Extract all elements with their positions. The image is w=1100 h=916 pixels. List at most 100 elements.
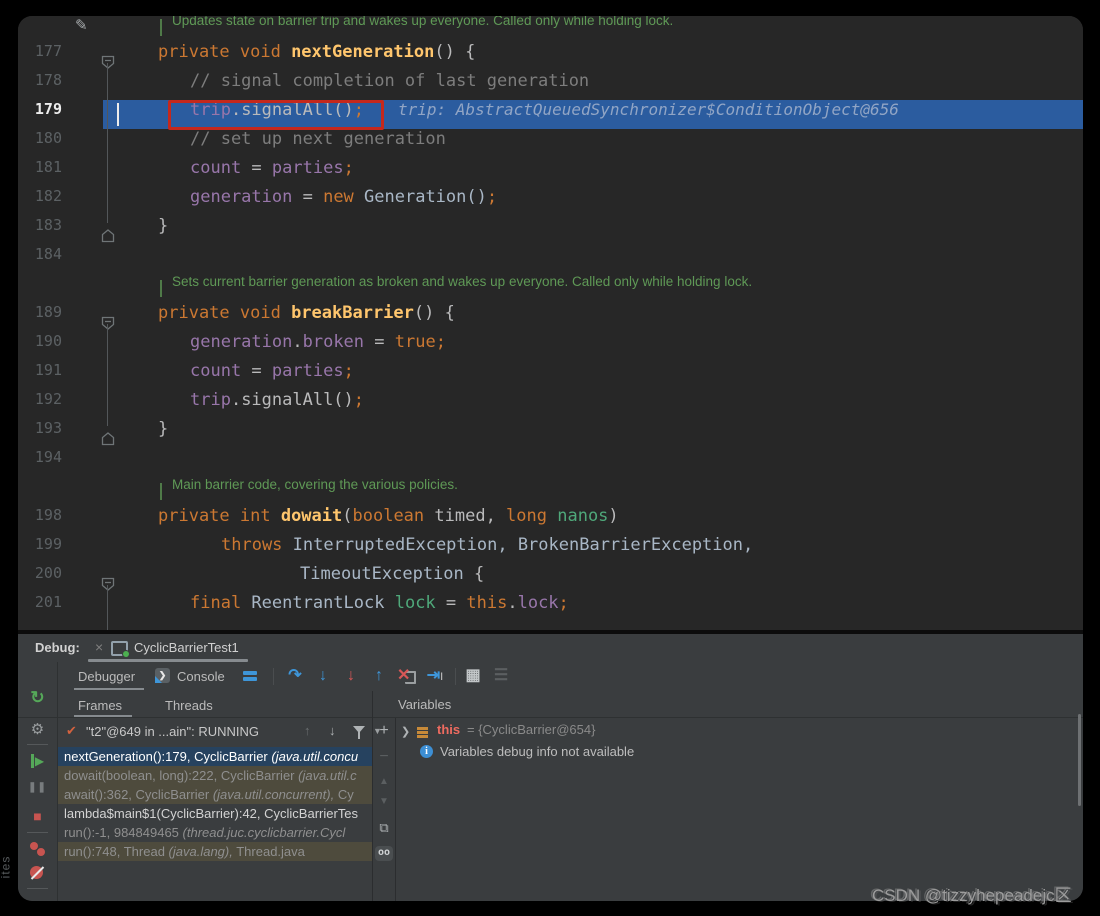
code-line[interactable]: 198 private int dowait(boolean timed, lon… bbox=[18, 506, 1083, 535]
code-line[interactable]: 200 TimeoutException { bbox=[18, 564, 1083, 593]
step-into-icon[interactable]: ↓ bbox=[313, 665, 333, 687]
debug-header: Debug: × CyclicBarrierTest1 bbox=[18, 634, 1083, 662]
arrow-down-icon[interactable]: ↓ bbox=[329, 723, 336, 738]
line-number: 183 bbox=[34, 216, 62, 234]
chevron-right-icon[interactable]: ❯ bbox=[401, 725, 410, 738]
tab-threads[interactable]: Threads bbox=[165, 698, 213, 713]
code-line[interactable]: 177 private void nextGeneration() { bbox=[18, 42, 1083, 71]
collapsed-doc-comment[interactable]: Main barrier code, covering the various … bbox=[18, 477, 1083, 506]
code-line[interactable]: 184 bbox=[18, 245, 1083, 274]
resume-program-icon[interactable]: ▶ bbox=[18, 754, 57, 768]
close-icon[interactable]: × bbox=[95, 639, 103, 655]
code-line[interactable]: 181 count = parties; bbox=[18, 158, 1083, 187]
wrench-settings-icon[interactable]: ⚙ bbox=[18, 720, 57, 738]
stack-frame-row[interactable]: run():-1, 984849465 (thread.juc.cyclicba… bbox=[58, 823, 372, 842]
step-out-icon[interactable]: ↑ bbox=[369, 665, 389, 687]
code-text: private int dowait(boolean timed, long n… bbox=[158, 506, 619, 526]
doc-comment-bar bbox=[160, 280, 162, 297]
line-number: 192 bbox=[34, 390, 62, 408]
code-line[interactable]: 199 throws InterruptedException, BrokenBa… bbox=[18, 535, 1083, 564]
code-line[interactable]: 183} bbox=[18, 216, 1083, 245]
add-icon[interactable]: + bbox=[373, 722, 395, 740]
copy-stack-icon[interactable]: ⧉ bbox=[373, 820, 395, 836]
line-number: 193 bbox=[34, 419, 62, 437]
code-line[interactable]: 189 private void breakBarrier() { bbox=[18, 303, 1083, 332]
code-line[interactable]: 190 generation.broken = true; bbox=[18, 332, 1083, 361]
debug-label: Debug: bbox=[35, 640, 80, 655]
ide-window: ✎ Updates state on barrier trip and wake… bbox=[18, 16, 1083, 901]
glasses-watch-icon[interactable]: oo bbox=[375, 846, 393, 861]
debug-tool-window: Debug: × CyclicBarrierTest1 Debugger ❯ C… bbox=[18, 634, 1083, 901]
scroll-down-icon[interactable]: ▼ bbox=[373, 796, 395, 807]
drop-frame-icon[interactable]: ✕ bbox=[397, 665, 417, 687]
tab-frames[interactable]: Frames bbox=[78, 698, 122, 713]
scroll-up-icon[interactable]: ▲ bbox=[373, 776, 395, 787]
fold-end-icon[interactable] bbox=[101, 224, 115, 243]
stack-frame-row[interactable]: nextGeneration():179, CyclicBarrier (jav… bbox=[58, 747, 372, 766]
tab-console[interactable]: Console bbox=[177, 669, 225, 684]
text-caret bbox=[117, 103, 119, 126]
scrollbar[interactable] bbox=[1078, 714, 1081, 806]
code-editor[interactable]: ✎ Updates state on barrier trip and wake… bbox=[18, 16, 1083, 630]
screenshot-stage: ✎ Updates state on barrier trip and wake… bbox=[0, 0, 1100, 916]
stack-frame-row[interactable]: lambda$main$1(CyclicBarrier):42, CyclicB… bbox=[58, 804, 372, 823]
line-number: 201 bbox=[34, 593, 62, 611]
code-line[interactable]: 192 trip.signalAll(); bbox=[18, 390, 1083, 419]
stop-icon[interactable]: ■ bbox=[18, 808, 57, 824]
line-number: 190 bbox=[34, 332, 62, 350]
run-to-cursor-icon[interactable]: ⇥I bbox=[425, 665, 445, 687]
stack-frame-row[interactable]: dowait(boolean, long):222, CyclicBarrier… bbox=[58, 766, 372, 785]
fold-guide-line bbox=[107, 63, 108, 223]
code-line[interactable]: 178 // signal completion of last generati… bbox=[18, 71, 1083, 100]
rerun-icon[interactable]: ↻ bbox=[18, 688, 57, 708]
stack-frame-row[interactable]: await():362, CyclicBarrier (java.util.co… bbox=[58, 785, 372, 804]
view-breakpoints-icon[interactable] bbox=[18, 840, 57, 857]
toolbar-separator bbox=[27, 744, 48, 745]
fold-start-icon[interactable] bbox=[101, 311, 115, 330]
force-step-into-icon[interactable]: ↓ bbox=[341, 665, 361, 687]
hamburger-menu-icon[interactable] bbox=[243, 671, 257, 675]
evaluate-expression-icon[interactable]: ▦ bbox=[463, 665, 483, 687]
thread-selector[interactable]: ✔ "t2"@649 in ...ain": RUNNING ↑ ↓ ▼ bbox=[58, 718, 382, 746]
doc-comment-bar bbox=[160, 483, 162, 500]
code-text: TimeoutException { bbox=[300, 564, 485, 584]
side-toolwindow-label: ites bbox=[0, 855, 13, 879]
fold-start-icon[interactable] bbox=[101, 50, 115, 69]
line-number: 194 bbox=[34, 448, 62, 466]
arrow-up-icon[interactable]: ↑ bbox=[304, 723, 311, 738]
doc-comment-text: Updates state on barrier trip and wakes … bbox=[172, 16, 674, 28]
frames-list: nextGeneration():179, CyclicBarrier (jav… bbox=[58, 747, 372, 901]
collapsed-doc-comment[interactable]: Updates state on barrier trip and wakes … bbox=[18, 16, 1083, 42]
stack-frame-row[interactable]: run():748, Thread (java.lang), Thread.ja… bbox=[58, 842, 372, 861]
collapsed-doc-comment[interactable]: Sets current barrier generation as broke… bbox=[18, 274, 1083, 303]
line-number: 191 bbox=[34, 361, 62, 379]
mute-breakpoints-icon[interactable] bbox=[18, 865, 57, 881]
code-text: } bbox=[158, 216, 169, 236]
fold-end-icon[interactable] bbox=[101, 427, 115, 446]
code-line[interactable]: 179 trip.signalAll(); trip: AbstractQueued… bbox=[18, 100, 1083, 130]
variable-name[interactable]: this bbox=[437, 722, 460, 737]
layout-settings-icon[interactable]: ☰ bbox=[491, 665, 511, 687]
tab-debugger[interactable]: Debugger bbox=[78, 669, 135, 684]
frames-panel: ✔ "t2"@649 in ...ain": RUNNING ↑ ↓ ▼ nex… bbox=[58, 718, 382, 901]
code-text: count = parties; bbox=[190, 158, 354, 178]
code-line[interactable]: 194 bbox=[18, 448, 1083, 477]
code-text: } bbox=[158, 419, 169, 439]
camera-thread-dump-icon[interactable] bbox=[18, 898, 57, 901]
code-line[interactable]: 193} bbox=[18, 419, 1083, 448]
variable-value: = {CyclicBarrier@654} bbox=[467, 722, 596, 737]
debug-session-tab[interactable]: CyclicBarrierTest1 bbox=[134, 640, 239, 655]
code-line[interactable]: 191 count = parties; bbox=[18, 361, 1083, 390]
fold-start-icon[interactable] bbox=[101, 572, 115, 591]
line-number: 189 bbox=[34, 303, 62, 321]
pause-program-icon[interactable]: ❚❚ bbox=[18, 782, 57, 793]
code-text: private void breakBarrier() { bbox=[158, 303, 455, 323]
filter-funnel-icon[interactable] bbox=[353, 726, 365, 739]
remove-icon[interactable]: − bbox=[373, 748, 395, 766]
code-line[interactable]: 180 // set up next generation bbox=[18, 129, 1083, 158]
debugger-toolbar: Debugger ❯ Console ↷ ↓ ↓ ↑ ✕ ⇥I ▦ ☰ bbox=[57, 662, 1083, 691]
line-number: 181 bbox=[34, 158, 62, 176]
code-line[interactable]: 201 final ReentrantLock lock = this.lock; bbox=[18, 593, 1083, 622]
step-over-icon[interactable]: ↷ bbox=[285, 665, 305, 687]
code-line[interactable]: 182 generation = new Generation(); bbox=[18, 187, 1083, 216]
